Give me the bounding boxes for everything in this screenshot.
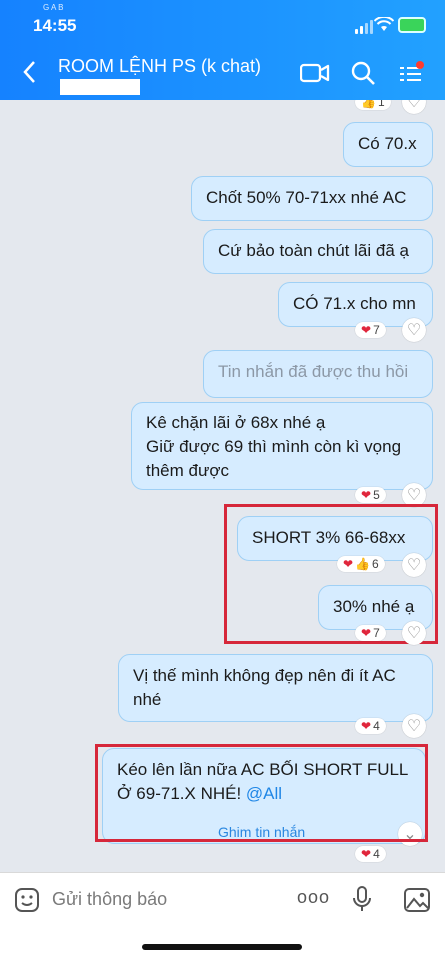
message-bubble[interactable]: Vị thế mình không đẹp nên đi ít AC nhé <box>118 654 433 722</box>
message-bubble[interactable]: Kê chặn lãi ở 68x nhé ạ Giữ được 69 thì … <box>131 402 433 490</box>
reaction-summary[interactable]: ❤ 4 <box>355 718 386 734</box>
heart-icon[interactable]: ♡ <box>402 318 426 342</box>
highlight-box <box>95 744 428 842</box>
more-options-icon[interactable]: ooo <box>297 887 330 908</box>
reaction-summary[interactable]: ❤ 5 <box>355 487 386 503</box>
reaction-summary[interactable]: ❤ 4 <box>355 846 386 862</box>
chevron-left-icon <box>23 61 35 83</box>
image-icon <box>404 888 430 912</box>
message-bubble[interactable]: Có 70.x <box>343 122 433 167</box>
status-bar: G A B 14:55 <box>0 0 445 46</box>
emoji-button[interactable] <box>14 887 40 918</box>
heart-reaction-icon: ❤ <box>361 847 372 861</box>
video-call-button[interactable] <box>299 60 330 91</box>
search-icon <box>351 61 375 85</box>
message-bubble[interactable]: Cứ bảo toàn chút lãi đã ạ <box>203 229 433 274</box>
heart-reaction-icon: ❤ <box>361 323 372 337</box>
message-bubble[interactable]: SHORT 3% 66-68xx <box>237 516 433 561</box>
home-indicator <box>142 944 302 950</box>
image-button[interactable] <box>403 887 431 918</box>
back-button[interactable] <box>22 60 36 87</box>
message-bubble[interactable]: Chốt 50% 70-71xx nhé AC <box>191 176 433 221</box>
chat-header: ROOM LỆNH PS (k chat) <box>0 46 445 100</box>
thumbs-up-icon: 👍 <box>361 100 376 109</box>
list-menu-icon <box>400 61 424 81</box>
status-time: 14:55 <box>33 16 77 35</box>
heart-reaction-icon: ❤ <box>361 626 372 640</box>
signal-icon <box>355 20 373 34</box>
recalled-message: Tin nhắn đã được thu hồi <box>203 350 433 398</box>
microphone-icon <box>353 886 371 911</box>
menu-button[interactable] <box>398 60 426 91</box>
reaction-summary[interactable]: ❤ 7 <box>355 625 386 641</box>
heart-icon[interactable]: ♡ <box>402 553 426 577</box>
message-input[interactable]: Gửi thông báo <box>52 889 167 910</box>
status-mini-text: G A B <box>43 3 64 12</box>
heart-reaction-icon: ❤ <box>343 557 354 571</box>
thumbs-up-icon: 👍 <box>355 557 371 571</box>
chat-title[interactable]: ROOM LỆNH PS (k chat) <box>58 56 261 77</box>
heart-icon[interactable]: ♡ <box>402 100 426 114</box>
heart-reaction-icon: ❤ <box>361 719 372 733</box>
battery-icon <box>398 17 426 33</box>
emoji-icon <box>15 888 39 912</box>
wifi-icon <box>374 17 394 31</box>
reaction-summary[interactable]: ❤ 7 <box>355 322 386 338</box>
search-button[interactable] <box>350 60 376 91</box>
heart-icon[interactable]: ♡ <box>402 714 426 738</box>
chat-subtitle-redacted <box>60 79 140 95</box>
voice-button[interactable] <box>352 885 372 918</box>
video-camera-icon <box>299 63 330 83</box>
reaction-summary[interactable]: 👍 1 <box>355 100 391 110</box>
reaction-summary[interactable]: ❤ 👍 6 <box>337 556 385 572</box>
heart-icon[interactable]: ♡ <box>402 621 426 645</box>
heart-reaction-icon: ❤ <box>361 488 372 502</box>
